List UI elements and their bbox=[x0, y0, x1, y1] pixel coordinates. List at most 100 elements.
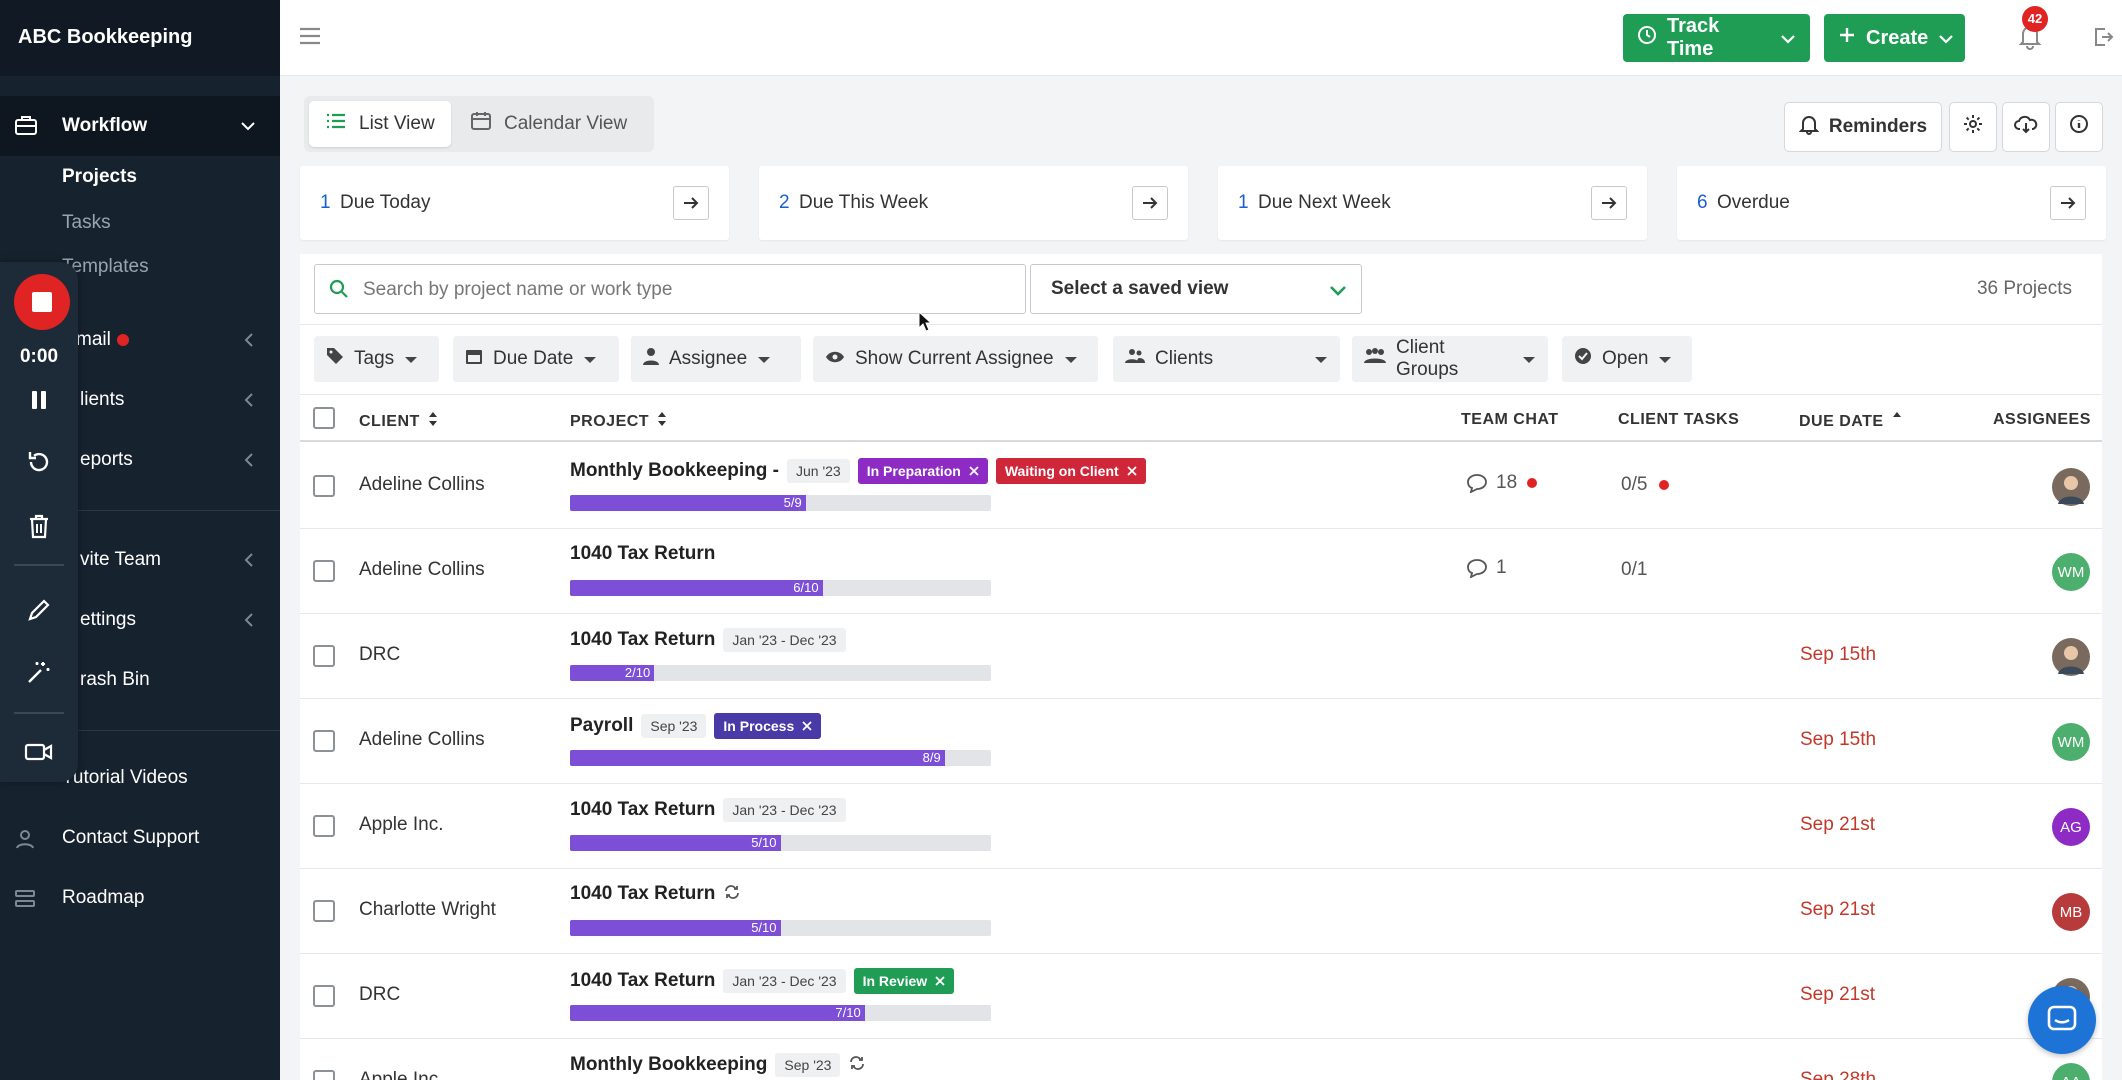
client-tasks-count[interactable]: 0/5 bbox=[1621, 474, 1670, 496]
team-chat-count[interactable]: 18 bbox=[1466, 472, 1538, 494]
caret-down-icon bbox=[1064, 348, 1078, 370]
client-name[interactable]: Apple Inc. bbox=[359, 1069, 444, 1080]
tab-list-view[interactable]: List View bbox=[309, 101, 451, 147]
delete-recording-button[interactable] bbox=[19, 506, 59, 546]
row-checkbox[interactable] bbox=[313, 730, 335, 752]
export-button[interactable] bbox=[2002, 102, 2050, 152]
project-name[interactable]: Monthly Bookkeeping bbox=[570, 1054, 767, 1076]
filter-clients[interactable]: Clients bbox=[1113, 336, 1340, 382]
table-row[interactable]: DRC 1040 Tax Return Jan '23 - Dec '23 2/10 S… bbox=[300, 614, 2102, 699]
sidebar-sub-tasks[interactable]: Tasks bbox=[62, 212, 111, 234]
client-name[interactable]: Adeline Collins bbox=[359, 474, 485, 496]
project-name[interactable]: 1040 Tax Return bbox=[570, 883, 715, 905]
avatar[interactable]: WM bbox=[2052, 553, 2090, 591]
search-input[interactable] bbox=[363, 275, 1003, 305]
filter-status-open[interactable]: Open bbox=[1562, 336, 1692, 382]
table-row[interactable]: Adeline Collins Monthly Bookkeeping - Jun … bbox=[300, 444, 2102, 529]
row-checkbox[interactable] bbox=[313, 560, 335, 582]
brand-name[interactable]: ABC Bookkeeping bbox=[0, 0, 280, 76]
close-icon[interactable] bbox=[1127, 463, 1137, 479]
table-row[interactable]: Charlotte Wright 1040 Tax Return 5/10 Sep 2… bbox=[300, 869, 2102, 954]
avatar[interactable]: AA bbox=[2052, 1063, 2090, 1080]
avatar-photo[interactable] bbox=[2052, 468, 2090, 506]
table-row[interactable]: DRC 1040 Tax Return Jan '23 - Dec '23 In Re… bbox=[300, 954, 2102, 1039]
status-tag[interactable]: In Process bbox=[714, 713, 822, 739]
due-today-card[interactable]: 1 Due Today bbox=[300, 166, 729, 240]
create-button[interactable]: Create bbox=[1824, 14, 1965, 62]
filter-show-current-assignee[interactable]: Show Current Assignee bbox=[813, 336, 1098, 382]
logout-icon[interactable] bbox=[2092, 26, 2114, 53]
track-time-button[interactable]: Track Time bbox=[1623, 14, 1810, 62]
avatar[interactable]: AG bbox=[2052, 808, 2090, 846]
project-name[interactable]: 1040 Tax Return bbox=[570, 799, 715, 821]
column-team-chat[interactable]: TEAM CHAT bbox=[1461, 411, 1559, 429]
filter-due-date[interactable]: Due Date bbox=[453, 336, 619, 382]
status-tag[interactable]: In Review bbox=[853, 968, 955, 994]
filter-tags[interactable]: Tags bbox=[314, 336, 439, 382]
sidebar-item-roadmap[interactable]: Roadmap bbox=[0, 878, 280, 918]
client-name[interactable]: Apple Inc. bbox=[359, 814, 444, 836]
project-name[interactable]: 1040 Tax Return bbox=[570, 970, 715, 992]
table-row[interactable]: Adeline Collins Payroll Sep '23 In Process 8… bbox=[300, 699, 2102, 784]
stop-recording-button[interactable] bbox=[14, 274, 70, 330]
column-client[interactable]: CLIENT bbox=[359, 411, 438, 432]
client-tasks-count[interactable]: 0/1 bbox=[1621, 559, 1647, 581]
due-next-week-card[interactable]: 1 Due Next Week bbox=[1218, 166, 1647, 240]
row-checkbox[interactable] bbox=[313, 645, 335, 667]
project-name[interactable]: Payroll bbox=[570, 715, 633, 737]
filter-assignee[interactable]: Assignee bbox=[631, 336, 801, 382]
sidebar-sub-projects[interactable]: Projects bbox=[62, 166, 137, 188]
column-due-date[interactable]: DUE DATE bbox=[1799, 411, 1902, 432]
sidebar-item-workflow[interactable]: Workflow bbox=[0, 96, 280, 156]
status-tag[interactable]: In Preparation bbox=[857, 458, 988, 484]
avatar[interactable]: WM bbox=[2052, 723, 2090, 761]
restart-button[interactable] bbox=[19, 442, 59, 482]
close-icon[interactable] bbox=[802, 718, 812, 734]
column-project[interactable]: PROJECT bbox=[570, 411, 667, 432]
row-checkbox[interactable] bbox=[313, 475, 335, 497]
team-chat-count[interactable]: 1 bbox=[1466, 557, 1507, 579]
overdue-card[interactable]: 6 Overdue bbox=[1677, 166, 2106, 240]
filter-client-groups[interactable]: Client Groups bbox=[1352, 336, 1548, 382]
arrow-right-icon[interactable] bbox=[1591, 186, 1627, 220]
table-row[interactable]: Adeline Collins 1040 Tax Return 6/10 1 0/1 WM bbox=[300, 529, 2102, 614]
arrow-right-icon[interactable] bbox=[673, 186, 709, 220]
client-name[interactable]: Adeline Collins bbox=[359, 559, 485, 581]
column-client-tasks[interactable]: CLIENT TASKS bbox=[1618, 411, 1739, 429]
status-tag[interactable]: Waiting on Client bbox=[995, 458, 1146, 484]
arrow-right-icon[interactable] bbox=[2050, 186, 2086, 220]
reminders-button[interactable]: Reminders bbox=[1784, 102, 1942, 152]
select-all-checkbox[interactable] bbox=[313, 407, 335, 429]
arrow-right-icon[interactable] bbox=[1132, 186, 1168, 220]
client-name[interactable]: DRC bbox=[359, 644, 400, 666]
close-icon[interactable] bbox=[969, 463, 979, 479]
effects-button[interactable] bbox=[19, 652, 59, 692]
project-name[interactable]: 1040 Tax Return bbox=[570, 543, 715, 565]
project-name[interactable]: Monthly Bookkeeping - bbox=[570, 460, 779, 482]
info-button[interactable] bbox=[2055, 102, 2103, 152]
sidebar-item-contact-support[interactable]: Contact Support bbox=[0, 818, 280, 858]
avatar-photo[interactable] bbox=[2052, 638, 2090, 676]
client-name[interactable]: DRC bbox=[359, 984, 400, 1006]
client-name[interactable]: Adeline Collins bbox=[359, 729, 485, 751]
draw-button[interactable] bbox=[19, 590, 59, 630]
avatar[interactable]: MB bbox=[2052, 893, 2090, 931]
saved-view-select[interactable]: Select a saved view bbox=[1030, 264, 1362, 314]
due-this-week-card[interactable]: 2 Due This Week bbox=[759, 166, 1188, 240]
pause-button[interactable] bbox=[19, 380, 59, 420]
row-checkbox[interactable] bbox=[313, 1070, 335, 1080]
tab-calendar-view[interactable]: Calendar View bbox=[454, 101, 643, 147]
client-name[interactable]: Charlotte Wright bbox=[359, 899, 496, 921]
close-icon[interactable] bbox=[935, 973, 945, 989]
table-row[interactable]: Apple Inc. 1040 Tax Return Jan '23 - Dec '… bbox=[300, 784, 2102, 869]
column-assignees[interactable]: ASSIGNEES bbox=[1993, 411, 2091, 429]
camera-button[interactable] bbox=[19, 732, 59, 772]
hamburger-menu-icon[interactable] bbox=[298, 26, 322, 51]
row-checkbox[interactable] bbox=[313, 900, 335, 922]
row-checkbox[interactable] bbox=[313, 985, 335, 1007]
project-name[interactable]: 1040 Tax Return bbox=[570, 629, 715, 651]
settings-button[interactable] bbox=[1949, 102, 1997, 152]
support-chat-button[interactable] bbox=[2028, 986, 2096, 1054]
row-checkbox[interactable] bbox=[313, 815, 335, 837]
table-row[interactable]: Apple Inc. Monthly Bookkeeping Sep '23 Sep … bbox=[300, 1039, 2102, 1080]
